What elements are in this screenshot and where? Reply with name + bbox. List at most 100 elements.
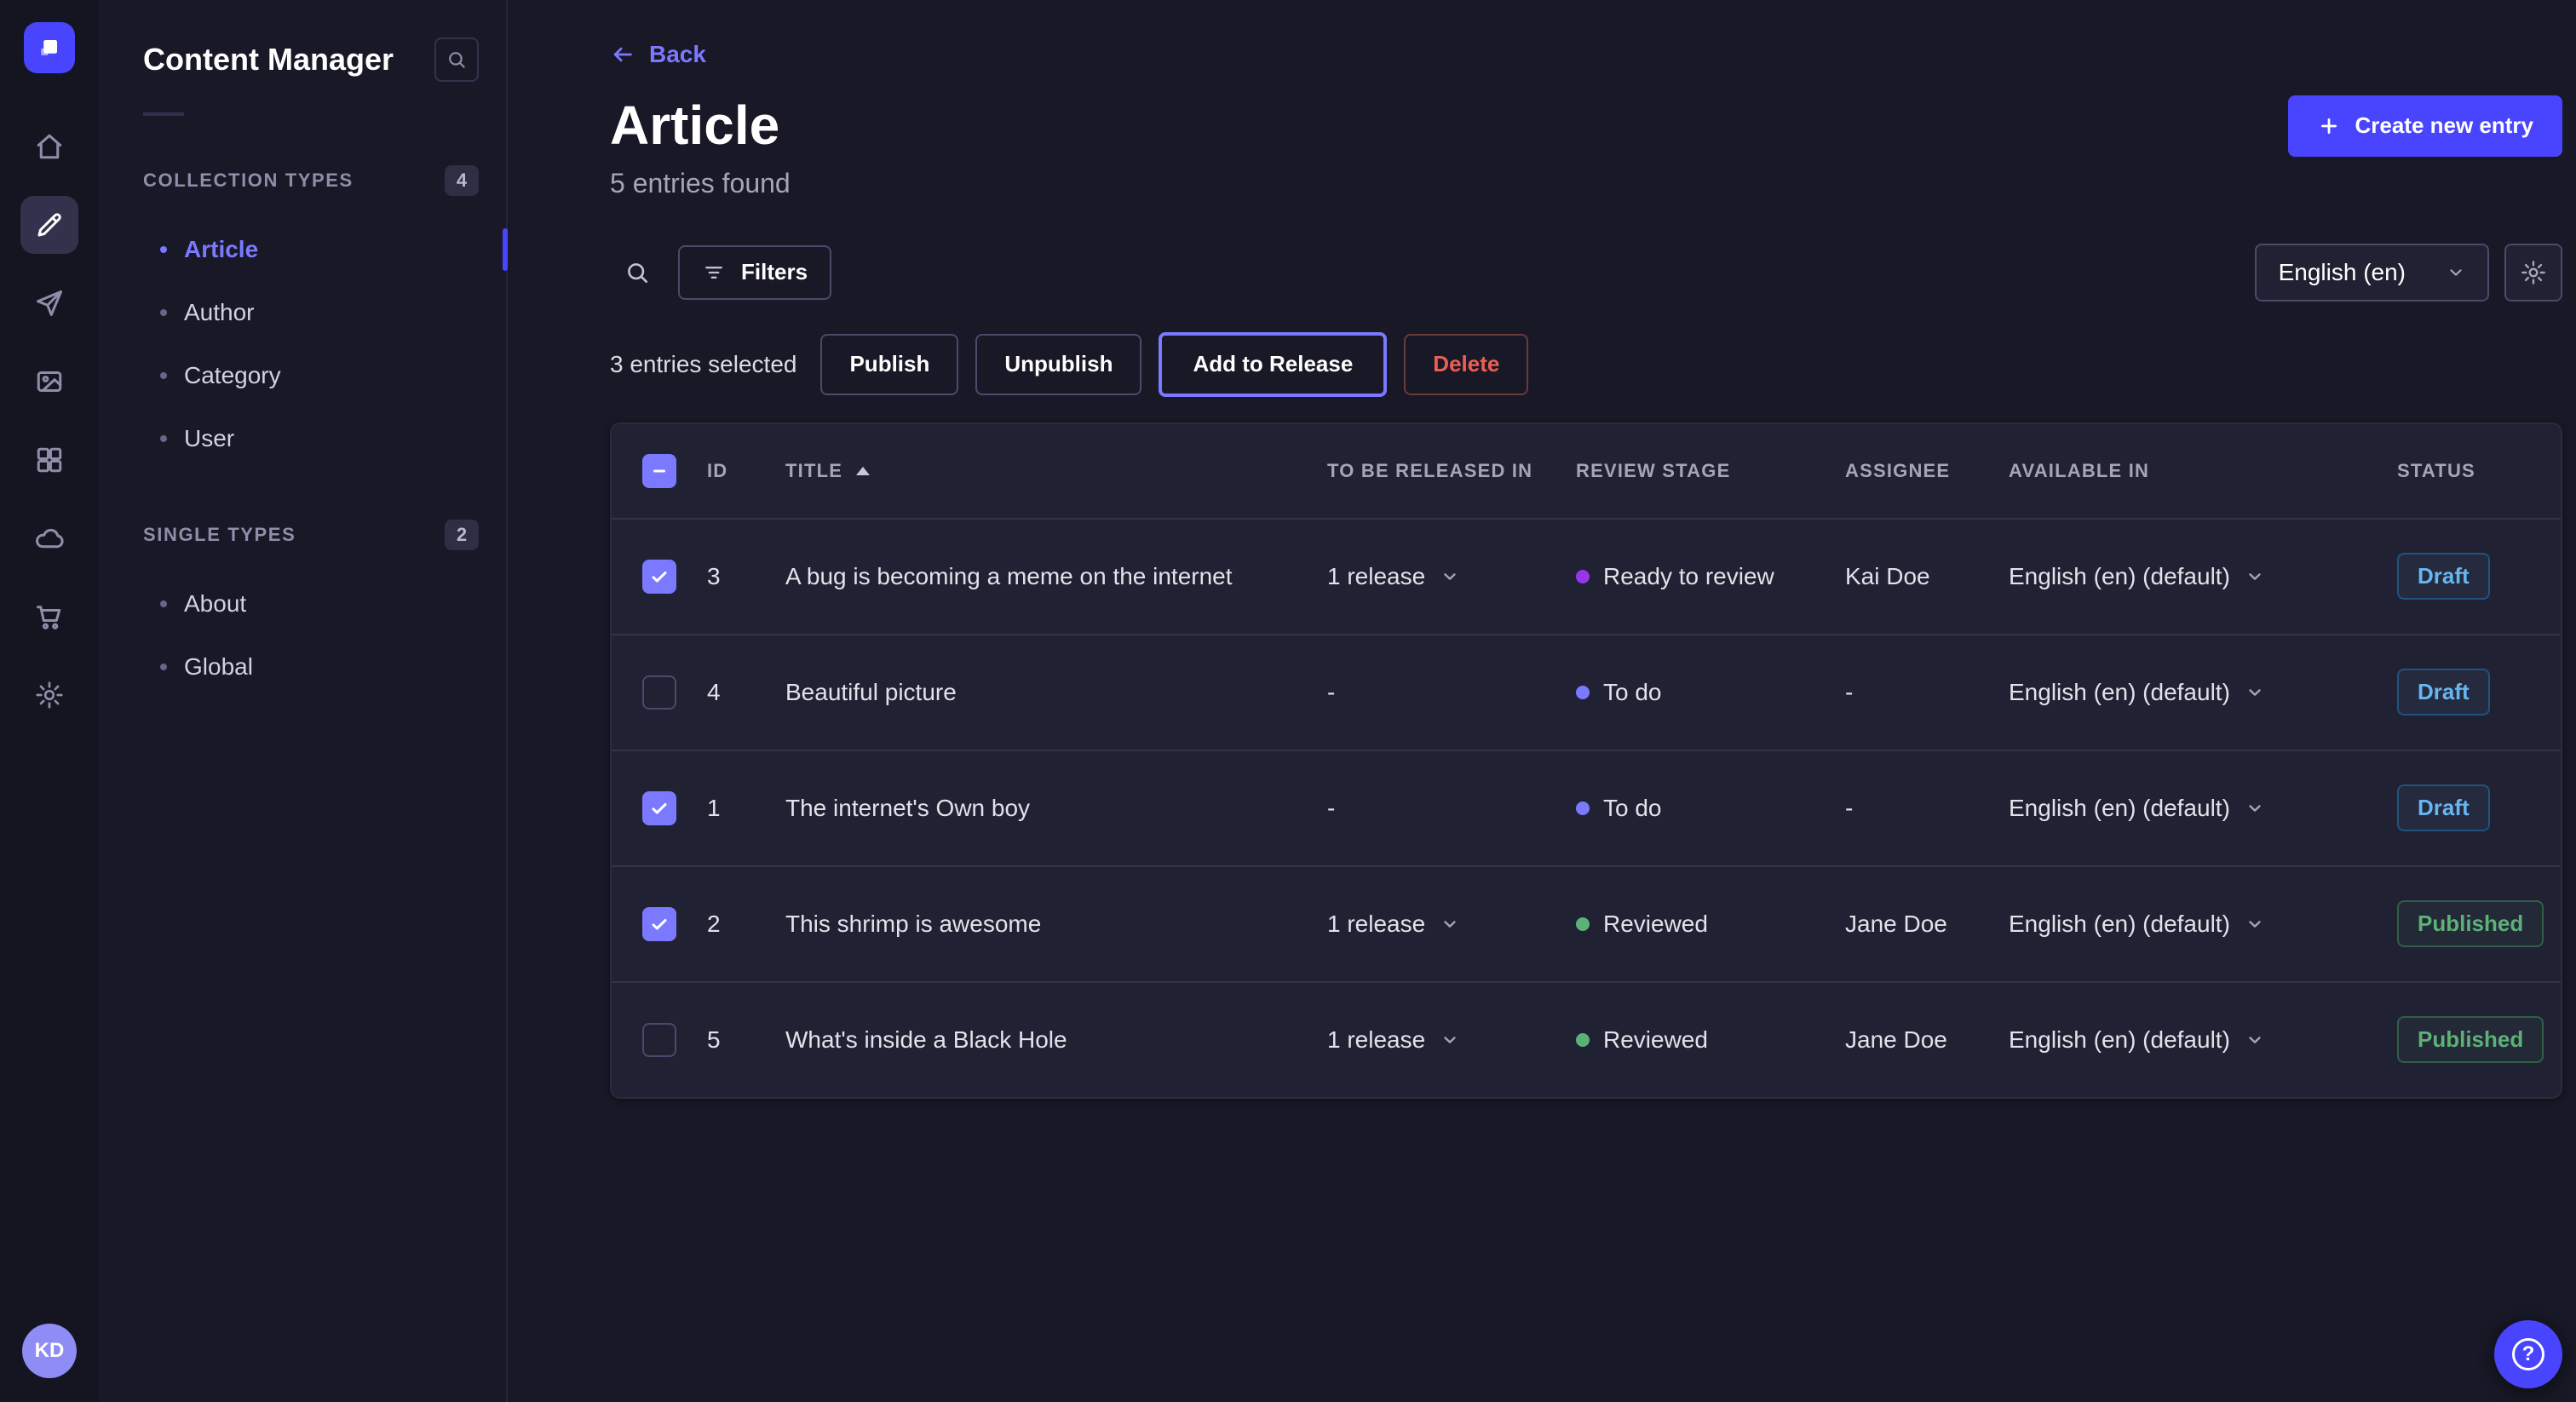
locale-select[interactable]: English (en) [2255, 244, 2489, 302]
search-button[interactable] [610, 245, 664, 300]
sidebar-search-button[interactable] [434, 37, 479, 82]
sidebar-item-user[interactable]: User [143, 407, 479, 470]
cell-status: Draft [2397, 553, 2561, 600]
column-header-review-stage: REVIEW STAGE [1576, 460, 1845, 482]
stage-dot-icon [1576, 686, 1590, 699]
selection-bar: 3 entries selected Publish Unpublish Add… [610, 332, 2562, 397]
column-header-available-in: AVAILABLE IN [2009, 460, 2397, 482]
sidebar-item-label: User [184, 425, 234, 452]
row-checkbox[interactable] [642, 791, 676, 825]
collection-types-section: COLLECTION TYPES 4 Article Author Catego… [143, 160, 479, 470]
indeterminate-dash-icon [649, 461, 670, 481]
sort-ascending-icon[interactable] [856, 467, 870, 475]
single-types-section: SINGLE TYPES 2 About Global [143, 514, 479, 698]
single-types-count-badge: 2 [445, 520, 479, 550]
sidebar-item-label: Global [184, 653, 253, 681]
cell-title: This shrimp is awesome [785, 911, 1327, 938]
search-icon [446, 49, 468, 71]
entries-count: 5 entries found [610, 168, 2562, 199]
status-badge: Draft [2397, 669, 2490, 715]
marketplace-cart-icon[interactable] [20, 588, 78, 646]
cell-review-stage: Reviewed [1576, 1026, 1845, 1054]
locale-menu-trigger[interactable]: English (en) (default) [2009, 795, 2264, 822]
cell-release: 1 release [1327, 1026, 1576, 1054]
content-type-builder-icon[interactable] [20, 431, 78, 489]
locale-menu-trigger[interactable]: English (en) (default) [2009, 563, 2264, 590]
row-checkbox[interactable] [642, 675, 676, 710]
release-menu-trigger[interactable]: - [1327, 795, 1335, 822]
cell-assignee: Jane Doe [1845, 911, 2009, 938]
avatar[interactable]: KD [22, 1324, 77, 1378]
chevron-down-icon [1440, 915, 1459, 934]
release-menu-trigger[interactable]: 1 release [1327, 563, 1459, 590]
chevron-down-icon [2447, 263, 2465, 282]
add-to-release-button[interactable]: Add to Release [1159, 332, 1387, 397]
cell-release: 1 release [1327, 563, 1576, 590]
release-menu-trigger[interactable]: 1 release [1327, 1026, 1459, 1054]
sidebar-header: Content Manager [143, 37, 479, 82]
cell-id: 4 [707, 679, 785, 706]
filter-icon [702, 261, 726, 284]
sidebar-item-label: Article [184, 236, 258, 263]
table-row[interactable]: 4 Beautiful picture - To do - English (e… [612, 634, 2561, 750]
filters-button[interactable]: Filters [678, 245, 831, 300]
table-row[interactable]: 2 This shrimp is awesome 1 release Revie… [612, 865, 2561, 981]
settings-gear-icon[interactable] [20, 666, 78, 724]
publish-button[interactable]: Publish [820, 334, 958, 395]
chevron-down-icon [2245, 567, 2264, 586]
sidebar-item-article[interactable]: Article [143, 218, 479, 281]
section-label-collection-types: COLLECTION TYPES [143, 170, 354, 192]
back-link[interactable]: Back [610, 41, 706, 68]
cell-assignee: - [1845, 679, 2009, 706]
search-icon [624, 259, 651, 286]
create-new-entry-button[interactable]: Create new entry [2288, 95, 2562, 157]
media-library-icon[interactable] [20, 353, 78, 411]
cell-id: 2 [707, 911, 785, 938]
table-row[interactable]: 3 A bug is becoming a meme on the intern… [612, 518, 2561, 634]
row-checkbox[interactable] [642, 907, 676, 941]
row-checkbox[interactable] [642, 1023, 676, 1057]
chevron-down-icon [2245, 915, 2264, 934]
locale-menu-trigger[interactable]: English (en) (default) [2009, 679, 2264, 706]
view-settings-button[interactable] [2504, 244, 2562, 302]
table-row[interactable]: 5 What's inside a Black Hole 1 release R… [612, 981, 2561, 1097]
selection-summary: 3 entries selected [610, 351, 796, 378]
rail-nav [20, 118, 78, 724]
column-header-title[interactable]: TITLE [785, 460, 1327, 482]
table-row[interactable]: 1 The internet's Own boy - To do - Engli… [612, 750, 2561, 865]
select-all-checkbox[interactable] [642, 454, 676, 488]
home-icon[interactable] [20, 118, 78, 175]
cell-assignee: Jane Doe [1845, 1026, 2009, 1054]
deploy-cloud-icon[interactable] [20, 509, 78, 567]
content-manager-icon[interactable] [20, 196, 78, 254]
sidebar-item-category[interactable]: Category [143, 344, 479, 407]
row-checkbox[interactable] [642, 560, 676, 594]
delete-button[interactable]: Delete [1404, 334, 1528, 395]
releases-icon[interactable] [20, 274, 78, 332]
main-content: Back Article Create new entry 5 entries … [508, 0, 2576, 1402]
bullet-icon [160, 435, 167, 442]
unpublish-button[interactable]: Unpublish [975, 334, 1141, 395]
entries-table: ID TITLE TO BE RELEASED IN REVIEW STAGE … [610, 422, 2562, 1099]
plus-icon [2317, 114, 2341, 138]
release-menu-trigger[interactable]: - [1327, 679, 1335, 706]
cell-review-stage: Ready to review [1576, 563, 1845, 590]
sidebar-item-about[interactable]: About [143, 572, 479, 635]
locale-menu-trigger[interactable]: English (en) (default) [2009, 911, 2264, 938]
cell-status: Draft [2397, 669, 2561, 715]
sidebar-item-global[interactable]: Global [143, 635, 479, 698]
strapi-logo[interactable] [24, 22, 75, 73]
app-root: KD Content Manager COLLECTION TYPES 4 Ar… [0, 0, 2576, 1402]
stage-dot-icon [1576, 917, 1590, 931]
cell-release: 1 release [1327, 911, 1576, 938]
page-title: Article [610, 95, 779, 158]
sidebar-item-label: Author [184, 299, 255, 326]
cell-available-in: English (en) (default) [2009, 679, 2397, 706]
locale-menu-trigger[interactable]: English (en) (default) [2009, 1026, 2264, 1054]
release-menu-trigger[interactable]: 1 release [1327, 911, 1459, 938]
cell-available-in: English (en) (default) [2009, 563, 2397, 590]
column-header-to-be-released-in: TO BE RELEASED IN [1327, 460, 1576, 482]
help-button[interactable]: ? [2494, 1320, 2562, 1388]
chevron-down-icon [1440, 567, 1459, 586]
sidebar-item-author[interactable]: Author [143, 281, 479, 344]
